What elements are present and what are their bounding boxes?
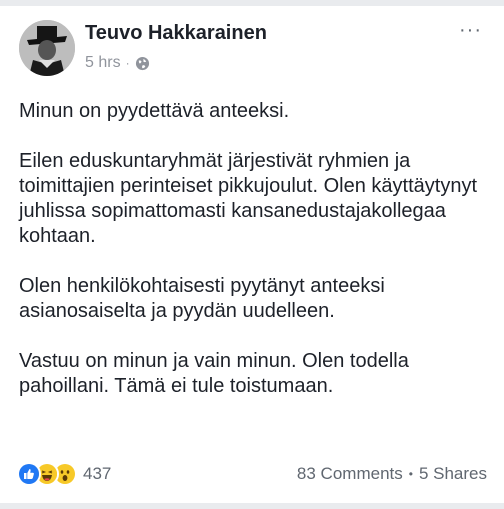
avatar[interactable] [19, 20, 75, 76]
like-icon [17, 462, 41, 486]
post-paragraph: Eilen eduskuntaryhmät järjestivät ryhmie… [19, 150, 477, 247]
comments-link[interactable]: 83 Comments [297, 464, 403, 484]
post-paragraph: Minun on pyydettävä anteeksi. [19, 100, 290, 122]
post-time[interactable]: 5 hrs [85, 54, 121, 72]
more-options-icon[interactable]: ··· [459, 20, 482, 40]
globe-icon [135, 56, 150, 71]
shares-link[interactable]: 5 Shares [419, 464, 487, 484]
post-body: Minun on pyydettävä anteeksi. Eilen edus… [19, 99, 489, 424]
post-meta: 5 hrs · [85, 54, 150, 72]
post-paragraph: Olen henkilökohtaisesti pyytänyt anteeks… [19, 275, 385, 322]
reaction-count[interactable]: 437 [83, 464, 111, 484]
reactions-summary[interactable]: 437 [17, 462, 111, 486]
author-name[interactable]: Teuvo Hakkarainen [85, 22, 267, 45]
avatar-image [19, 20, 75, 76]
post-footer: 437 83 Comments • 5 Shares [17, 462, 487, 486]
stats-separator: • [408, 467, 413, 481]
post-card: Teuvo Hakkarainen 5 hrs · ··· Minun on p… [0, 6, 504, 503]
engagement-stats: 83 Comments • 5 Shares [297, 464, 487, 484]
post-header: Teuvo Hakkarainen 5 hrs · ··· [19, 20, 494, 84]
post-paragraph: Vastuu on minun ja vain minun. Olen tode… [19, 350, 409, 397]
meta-separator: · [125, 56, 130, 70]
